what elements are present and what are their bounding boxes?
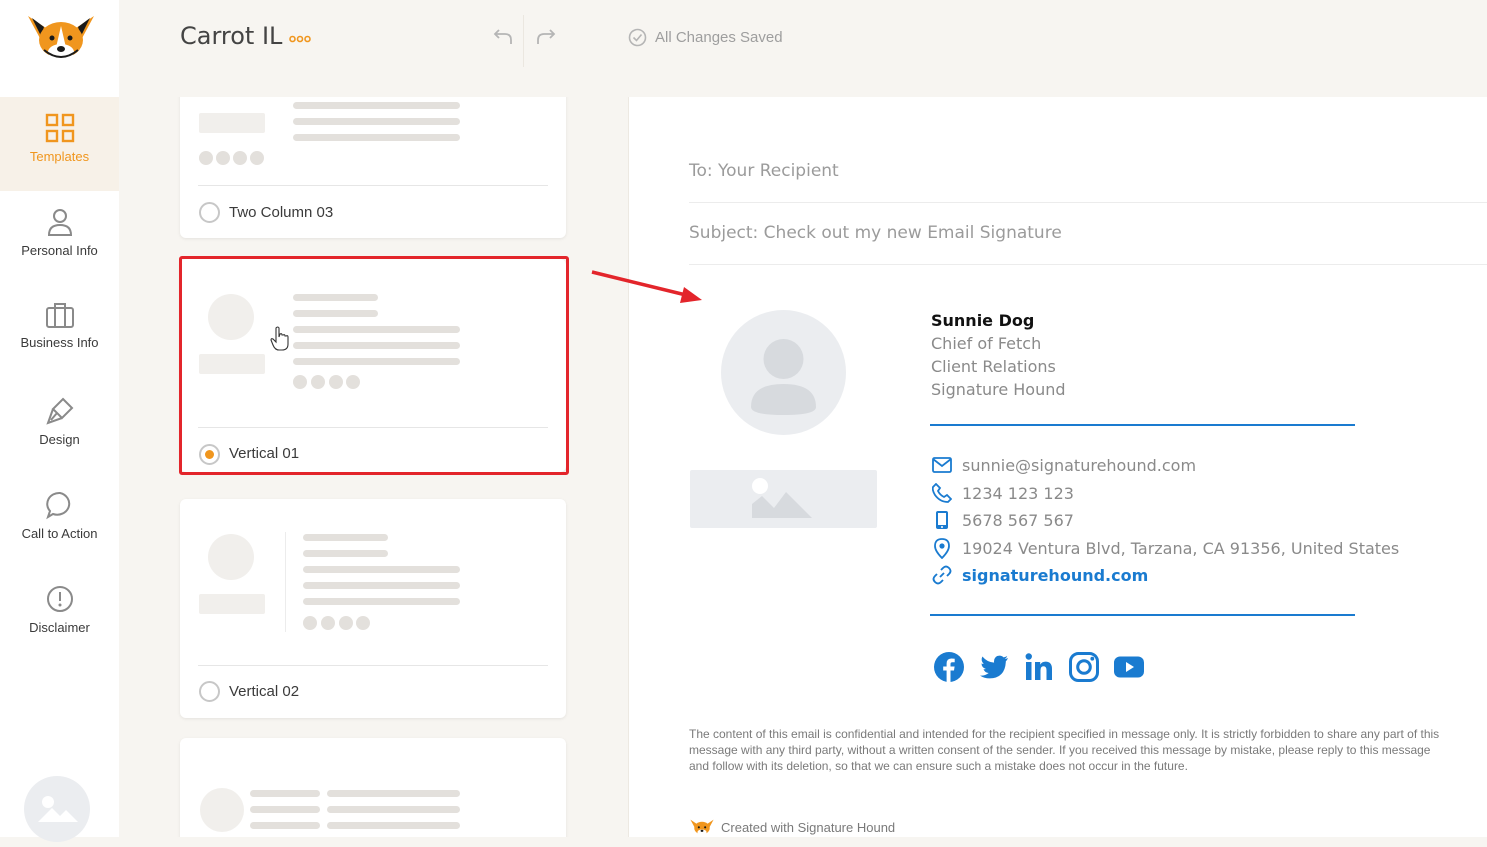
youtube-icon[interactable] [1113,651,1145,683]
avatar-placeholder [208,534,254,580]
save-status: All Changes Saved [628,28,783,47]
sidebar-item-label: Templates [29,149,90,164]
avatar-placeholder [200,788,244,832]
template-card-two-column-03[interactable]: Two Column 03 [180,97,566,238]
contact-email: sunnie@signaturehound.com [931,454,1196,476]
sidebar-item-label: Personal Info [21,243,98,258]
check-circle-icon [628,28,647,47]
instagram-icon[interactable] [1068,651,1100,683]
image-placeholder-icon [752,478,812,518]
redo-icon[interactable] [535,25,557,47]
brush-icon [45,397,73,425]
image-placeholder-icon [38,796,78,822]
twitter-icon[interactable] [978,651,1010,683]
sidebar-item-call-to-action[interactable]: Call to Action [0,490,119,541]
sidebar-item-design[interactable]: Design [0,396,119,447]
recipient-line: To: Your Recipient [689,161,839,181]
chat-bubble-icon [45,491,70,520]
divider [689,202,1487,203]
sidebar-item-templates[interactable]: Templates [0,97,119,191]
undo-icon[interactable] [492,25,514,47]
annotation-arrow [591,270,702,303]
sidebar-item-disclaimer[interactable]: Disclaimer [0,584,119,635]
template-card-vertical-02[interactable]: Vertical 02 [180,499,566,718]
briefcase-icon [45,303,74,328]
company-logo-placeholder[interactable] [690,470,877,528]
exclamation-icon [46,586,73,612]
subject-line: Subject: Check out my new Email Signatur… [689,223,1062,243]
mobile-icon [936,511,948,529]
template-label: Vertical 02 [229,683,300,700]
top-header [119,0,1487,97]
location-pin-icon [934,537,950,559]
linkedin-icon[interactable] [1023,651,1055,683]
signature-hound-logo [690,819,714,836]
template-label: Two Column 03 [229,204,334,221]
page-title[interactable]: Carrot IL [180,22,282,50]
email-preview: To: Your Recipient Subject: Check out my… [628,97,1487,837]
signature-job-title: Chief of Fetch [931,334,1042,353]
signature-department: Client Relations [931,357,1056,376]
contact-mobile: 5678 567 567 [931,509,1074,531]
contact-website[interactable]: signaturehound.com [931,564,1148,586]
signature-company: Signature Hound [931,380,1066,399]
contact-address: 19024 Ventura Blvd, Tarzana, CA 91356, U… [931,537,1399,559]
divider [689,264,1487,265]
sidebar-item-label: Disclaimer [29,620,90,635]
more-dots-icon[interactable] [289,34,311,43]
template-radio[interactable] [199,202,220,223]
sidebar: Templates Personal Info Business Info De… [0,0,119,842]
sidebar-item-label: Business Info [20,335,99,350]
profile-photo-placeholder[interactable] [721,310,846,435]
sidebar-item-label: Call to Action [21,526,98,541]
signature-hound-logo[interactable] [24,12,98,62]
signature-name: Sunnie Dog [931,311,1035,330]
selected-template-highlight [179,256,569,475]
template-card-next[interactable] [180,738,566,837]
sidebar-item-personal-info[interactable]: Personal Info [0,207,119,258]
user-avatar[interactable] [24,776,90,842]
link-icon [932,565,952,585]
person-icon [47,209,72,236]
person-icon [751,339,816,415]
social-links [933,651,1145,683]
contact-phone: 1234 123 123 [931,482,1074,504]
grid-icon [45,113,74,143]
sidebar-item-label: Design [39,432,80,447]
header-divider [523,15,524,67]
facebook-icon[interactable] [933,651,965,683]
sidebar-item-business-info[interactable]: Business Info [0,301,119,350]
save-status-text: All Changes Saved [655,29,783,46]
signature-disclaimer: The content of this email is confidentia… [689,727,1440,773]
template-radio[interactable] [199,681,220,702]
signature-divider [930,614,1355,616]
phone-icon [932,483,952,503]
logo-placeholder [199,113,265,133]
created-with-credit[interactable]: Created with Signature Hound [689,818,895,836]
hand-cursor-icon [270,326,289,351]
email-icon [932,457,952,473]
signature-divider [930,424,1355,426]
logo-placeholder [199,594,265,614]
